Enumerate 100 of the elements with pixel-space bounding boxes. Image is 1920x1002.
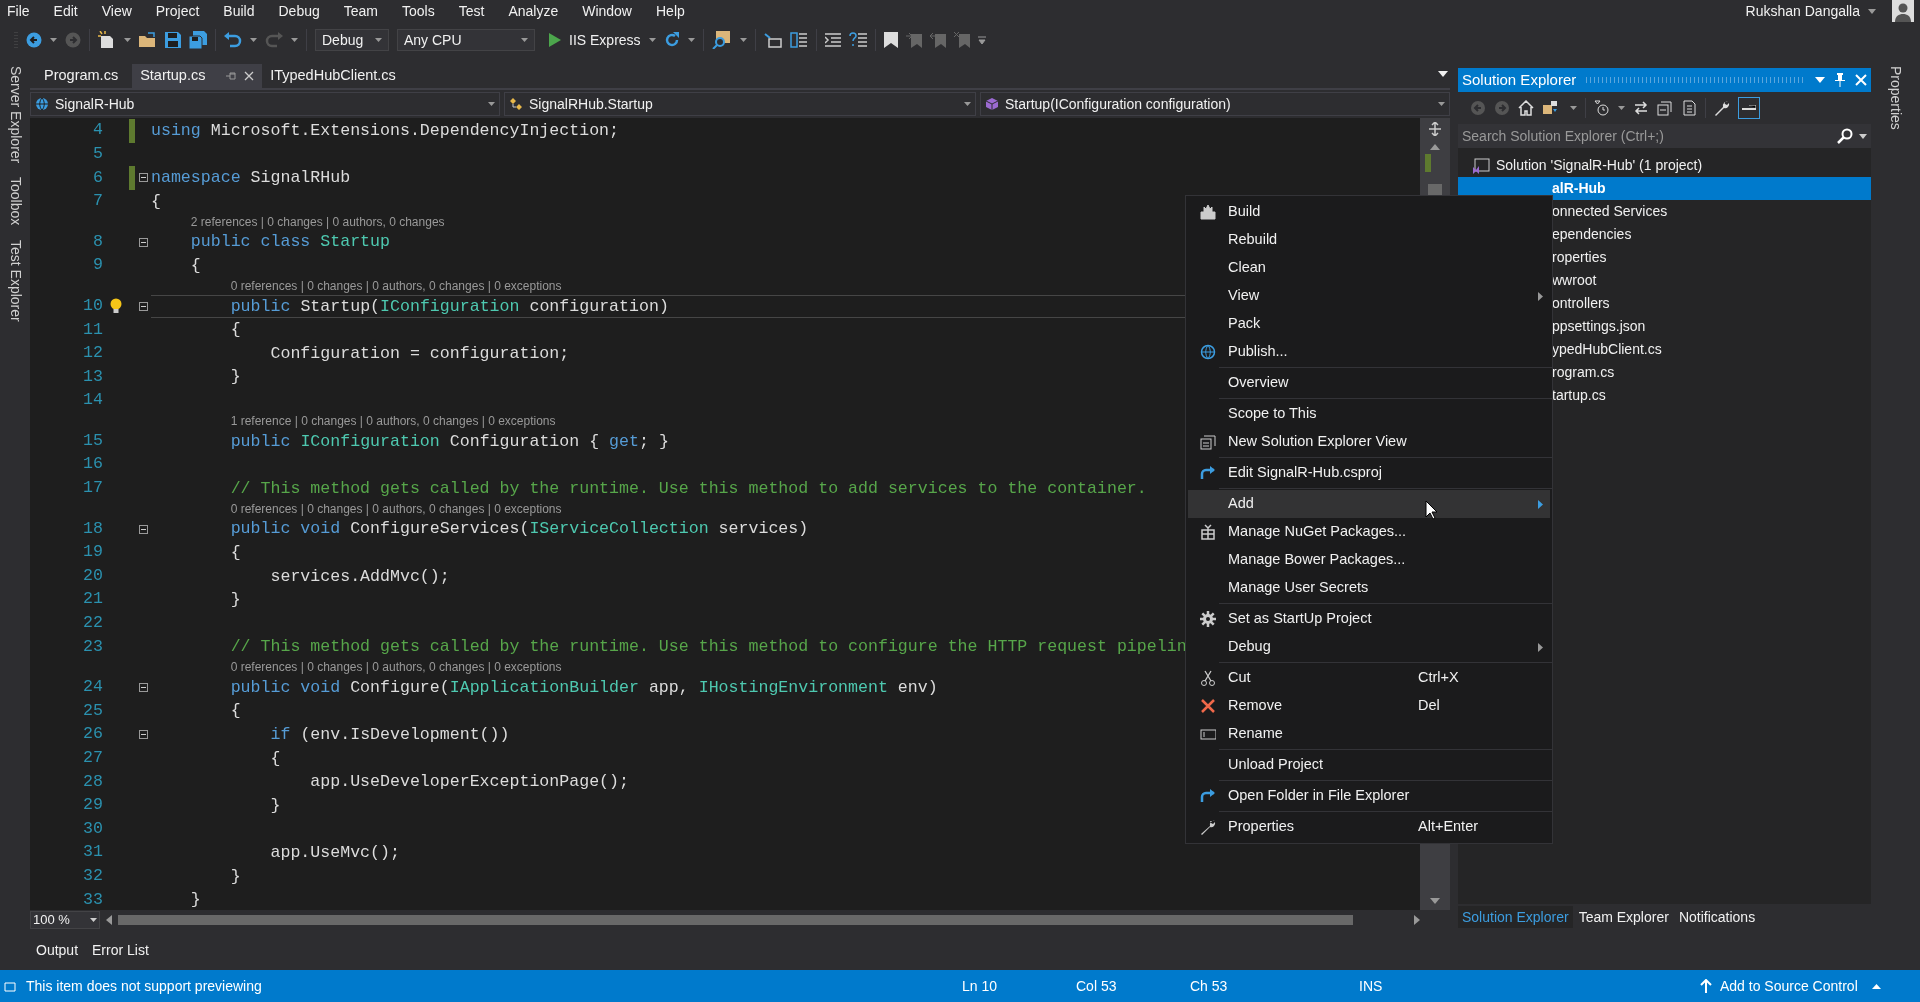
caret-icon[interactable] bbox=[687, 38, 695, 42]
collapse-icon[interactable] bbox=[138, 524, 148, 534]
menu-item[interactable]: Build bbox=[1188, 198, 1550, 226]
menu-item[interactable]: Cut Ctrl+X bbox=[1188, 664, 1550, 692]
menu-item[interactable]: Pack bbox=[1188, 310, 1550, 338]
type-dropdown[interactable]: SignalRHub.Startup bbox=[504, 92, 976, 116]
menu-item[interactable]: Analyze bbox=[501, 0, 566, 22]
menu-item[interactable]: Add bbox=[1188, 490, 1550, 518]
indent-icon[interactable] bbox=[824, 32, 841, 48]
member-dropdown[interactable]: Startup(IConfiguration configuration) bbox=[980, 92, 1450, 116]
menu-item[interactable]: Edit SignalR-Hub.csproj bbox=[1188, 459, 1550, 487]
menu-item[interactable]: Properties Alt+Enter bbox=[1188, 813, 1550, 841]
caret-icon[interactable] bbox=[124, 38, 131, 42]
clear-bookmarks-icon[interactable] bbox=[953, 32, 970, 48]
menu-item[interactable]: Scope to This bbox=[1188, 400, 1550, 428]
menu-item[interactable]: Unload Project bbox=[1188, 751, 1550, 779]
save-all-icon[interactable] bbox=[189, 31, 207, 49]
home-icon[interactable] bbox=[1518, 100, 1534, 116]
tab-list-icon[interactable] bbox=[1438, 71, 1448, 77]
code-lens-info[interactable]: 2 references | 0 changes | 0 authors, 0 changes bbox=[190, 212, 445, 231]
side-tab[interactable]: Test Explorer bbox=[4, 239, 26, 322]
menu-item[interactable]: New Solution Explorer View bbox=[1188, 428, 1550, 456]
collapse-icon[interactable] bbox=[138, 730, 148, 740]
window-layout-icon[interactable] bbox=[789, 32, 808, 48]
menu-item[interactable]: Clean bbox=[1188, 254, 1550, 282]
menu-item[interactable]: Tools bbox=[395, 0, 442, 22]
menu-item[interactable]: Open Folder in File Explorer bbox=[1188, 782, 1550, 810]
menu-item[interactable]: Debug bbox=[271, 0, 327, 22]
code-lens-info[interactable]: 0 references | 0 changes | 0 authors, 0 changes | 0 exceptions bbox=[230, 658, 562, 677]
menu-item[interactable]: Set as StartUp Project bbox=[1188, 605, 1550, 633]
menu-item[interactable]: Remove Del bbox=[1188, 692, 1550, 720]
menu-item[interactable]: File bbox=[0, 0, 37, 22]
menu-item[interactable]: Build bbox=[216, 0, 262, 22]
new-project-icon[interactable] bbox=[98, 31, 116, 49]
menu-item[interactable]: View bbox=[94, 0, 139, 22]
run-button[interactable]: IIS Express bbox=[549, 29, 656, 51]
collapse-icon[interactable] bbox=[138, 237, 148, 247]
comment-help-icon[interactable] bbox=[848, 32, 867, 48]
pin-icon[interactable] bbox=[226, 71, 237, 81]
code-lens-info[interactable]: 1 reference | 0 changes | 0 authors, 0 changes | 0 exceptions bbox=[230, 412, 556, 431]
caret-icon[interactable] bbox=[50, 38, 57, 42]
menu-item[interactable]: Manage Bower Packages... bbox=[1188, 546, 1550, 574]
sync-icon[interactable] bbox=[1633, 100, 1649, 116]
menu-item[interactable]: Test bbox=[451, 0, 492, 22]
panel-tab[interactable]: Output bbox=[30, 939, 85, 961]
user-name[interactable]: Rukshan Dangalla bbox=[1745, 0, 1860, 22]
editor-tab[interactable]: Program.cs bbox=[36, 64, 133, 88]
editor-tab[interactable]: ITypedHubClient.cs bbox=[262, 64, 410, 88]
undo-icon[interactable] bbox=[224, 32, 242, 48]
preview-toggle-button[interactable] bbox=[1738, 97, 1760, 119]
caret-icon[interactable] bbox=[90, 918, 97, 922]
menu-item[interactable]: Manage User Secrets bbox=[1188, 574, 1550, 602]
open-folder-icon[interactable] bbox=[139, 32, 157, 48]
panel-tab[interactable]: Solution Explorer bbox=[1458, 906, 1573, 928]
menu-item[interactable]: View bbox=[1188, 282, 1550, 310]
collapse-icon[interactable] bbox=[138, 683, 148, 693]
collapse-icon[interactable] bbox=[138, 173, 148, 183]
side-tab[interactable]: Server Explorer bbox=[4, 66, 26, 164]
project-dropdown[interactable]: SignalR-Hub bbox=[30, 92, 500, 116]
menu-item[interactable]: Edit bbox=[46, 0, 85, 22]
bookmark-icon[interactable] bbox=[883, 32, 898, 48]
editor-tab[interactable]: Startup.cs bbox=[132, 64, 263, 88]
close-icon[interactable] bbox=[244, 71, 255, 81]
menu-item[interactable]: Rebuild bbox=[1188, 226, 1550, 254]
menu-item[interactable]: Rename bbox=[1188, 720, 1550, 748]
menu-item[interactable]: Manage NuGet Packages... bbox=[1188, 518, 1550, 546]
panel-tab[interactable]: Team Explorer bbox=[1574, 906, 1673, 928]
next-bookmark-icon[interactable] bbox=[929, 32, 946, 48]
collapse-icon[interactable] bbox=[138, 301, 148, 311]
platform-dropdown[interactable]: Any CPU bbox=[397, 29, 535, 51]
caret-icon[interactable] bbox=[1871, 983, 1881, 989]
refresh-icon[interactable] bbox=[663, 32, 680, 48]
panel-tab[interactable]: Error List bbox=[86, 939, 155, 961]
menu-item[interactable]: Help bbox=[649, 0, 692, 22]
dropdown-icon[interactable] bbox=[1815, 77, 1825, 83]
source-control-button[interactable]: Add to Source Control bbox=[1720, 975, 1858, 997]
horizontal-scroll-thumb[interactable] bbox=[118, 915, 1353, 925]
lightbulb-icon[interactable] bbox=[110, 298, 122, 315]
save-icon[interactable] bbox=[165, 32, 181, 48]
side-tab[interactable]: Toolbox bbox=[4, 177, 26, 226]
menu-item[interactable]: Overview bbox=[1188, 369, 1550, 397]
collapse-all-icon[interactable] bbox=[1657, 100, 1673, 116]
menu-item[interactable]: Window bbox=[575, 0, 639, 22]
caret-icon[interactable] bbox=[1570, 106, 1577, 110]
menu-item[interactable]: Publish... bbox=[1188, 338, 1550, 366]
caret-icon[interactable] bbox=[250, 38, 257, 42]
code-lens-info[interactable]: 0 references | 0 changes | 0 authors, 0 changes | 0 exceptions bbox=[230, 499, 562, 518]
caret-icon[interactable] bbox=[1618, 106, 1625, 110]
zoom-dropdown[interactable]: 100 % bbox=[30, 911, 100, 929]
configuration-dropdown[interactable]: Debug bbox=[315, 29, 389, 51]
previous-bookmark-icon[interactable] bbox=[905, 32, 922, 48]
caret-icon[interactable] bbox=[1868, 8, 1876, 14]
tree-item[interactable]: alR-Hub bbox=[1458, 177, 1871, 200]
menu-item[interactable]: Project bbox=[148, 0, 207, 22]
toolbar-options-icon[interactable] bbox=[977, 36, 986, 44]
panel-tab[interactable]: Notifications bbox=[1674, 906, 1760, 928]
menu-item[interactable]: Team bbox=[336, 0, 385, 22]
caret-icon[interactable] bbox=[291, 38, 298, 42]
avatar-icon[interactable] bbox=[1892, 0, 1914, 22]
find-in-files-icon[interactable] bbox=[711, 31, 732, 49]
